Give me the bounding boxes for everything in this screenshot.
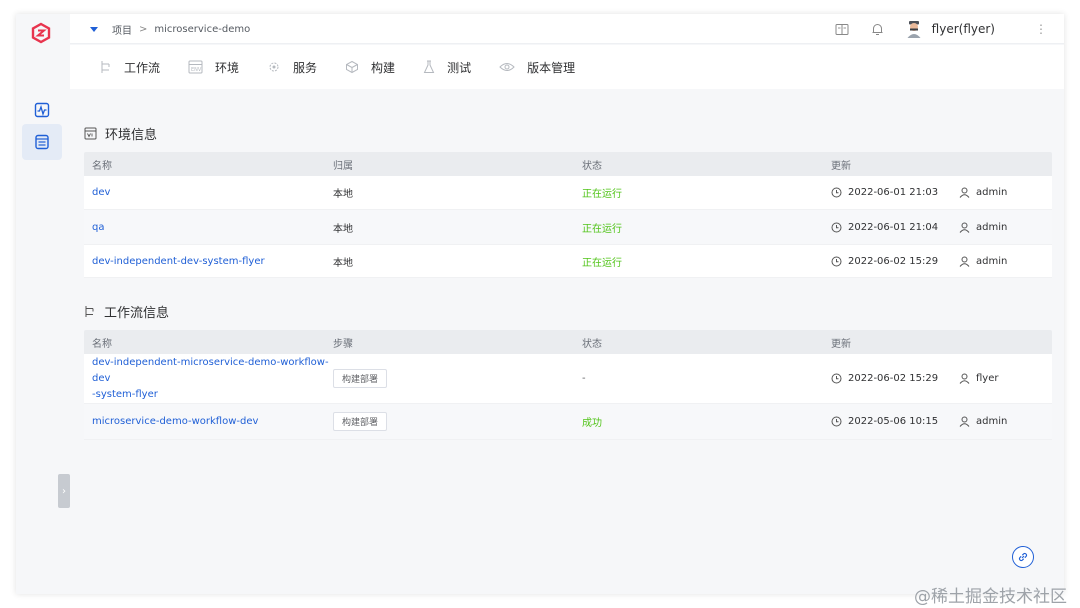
rail-item-monitor[interactable] bbox=[22, 92, 62, 128]
env-owner: 本地 bbox=[333, 257, 353, 269]
tab-version[interactable]: 版本管理 bbox=[499, 59, 575, 76]
tab-environment[interactable]: ENV 环境 bbox=[188, 59, 239, 76]
sidebar-collapse-handle[interactable]: › bbox=[58, 474, 70, 508]
env-owner: 本地 bbox=[333, 223, 353, 235]
monitor-icon bbox=[34, 102, 50, 118]
user-name[interactable]: flyer(flyer) bbox=[932, 22, 995, 36]
clock-icon bbox=[831, 222, 842, 232]
status-badge: 正在运行 bbox=[582, 257, 622, 269]
table-header: 名称 归属 状态 更新 bbox=[84, 152, 1052, 176]
bell-icon[interactable] bbox=[871, 22, 884, 36]
logo-icon[interactable] bbox=[30, 22, 52, 44]
status-badge: 正在运行 bbox=[582, 189, 622, 200]
help-link-button[interactable] bbox=[1012, 546, 1034, 568]
watermark: @稀土掘金技术社区 bbox=[914, 587, 1067, 607]
link-icon bbox=[1018, 552, 1028, 562]
build-deploy-button[interactable]: 构建部署 bbox=[333, 369, 388, 388]
environment-icon: ENV bbox=[188, 60, 203, 74]
status-badge: 正在运行 bbox=[582, 223, 622, 235]
status-badge: - bbox=[582, 373, 586, 384]
tab-test[interactable]: 测试 bbox=[423, 59, 471, 76]
env-link-dev[interactable]: dev bbox=[92, 187, 110, 198]
flask-icon bbox=[423, 60, 435, 73]
workflow-link-microservice-demo[interactable]: microservice-demo-workflow-dev bbox=[92, 416, 258, 427]
env-table: 名称 归属 状态 更新 dev 本地 正在运行 2022-06-01 21:03… bbox=[84, 152, 1052, 278]
env-section-title: 环境信息 bbox=[84, 124, 157, 143]
user-icon bbox=[959, 187, 970, 198]
docs-icon[interactable] bbox=[835, 23, 849, 36]
build-deploy-button[interactable]: 构建部署 bbox=[333, 412, 388, 431]
user-avatar[interactable] bbox=[906, 20, 922, 38]
table-row: microservice-demo-workflow-dev 构建部署 成功 2… bbox=[84, 404, 1052, 440]
table-row: qa 本地 正在运行 2022-06-01 21:04 admin bbox=[84, 210, 1052, 245]
tab-build[interactable]: 构建 bbox=[345, 59, 395, 76]
user-icon bbox=[959, 256, 970, 267]
main-area: 项目 > microservice-demo flyer(flyer) ⋮ 工作… bbox=[70, 14, 1064, 594]
tab-workflow[interactable]: 工作流 bbox=[100, 59, 160, 76]
breadcrumb: 项目 > microservice-demo bbox=[90, 14, 250, 44]
chevron-right-icon: › bbox=[62, 485, 66, 497]
workflow-link-dev-independent[interactable]: dev-independent-microservice-demo-workfl… bbox=[92, 357, 329, 400]
clock-icon bbox=[831, 187, 842, 198]
env-link-qa[interactable]: qa bbox=[92, 222, 104, 233]
version-icon bbox=[499, 63, 515, 71]
env-owner: 本地 bbox=[333, 189, 353, 200]
user-icon bbox=[959, 416, 970, 427]
tab-service[interactable]: 服务 bbox=[267, 59, 317, 76]
top-bar: 项目 > microservice-demo flyer(flyer) ⋮ bbox=[70, 14, 1064, 44]
workflow-section-title: 工作流信息 bbox=[84, 302, 169, 321]
clock-icon bbox=[831, 256, 842, 266]
more-vertical-icon[interactable]: ⋮ bbox=[1035, 22, 1047, 36]
environment-icon bbox=[84, 127, 97, 140]
workflow-icon bbox=[85, 306, 94, 317]
rail-item-projects[interactable] bbox=[22, 124, 62, 160]
clock-icon bbox=[831, 416, 842, 427]
env-link-dev-independent[interactable]: dev-independent-dev-system-flyer bbox=[92, 256, 265, 267]
project-tab-bar: 工作流 ENV 环境 服务 构建 测试 版本管理 bbox=[70, 45, 1064, 89]
svg-text:ENV: ENV bbox=[191, 67, 202, 73]
breadcrumb-root[interactable]: 项目 bbox=[112, 22, 132, 37]
user-icon bbox=[959, 222, 970, 233]
service-icon bbox=[269, 62, 279, 72]
left-rail: › bbox=[16, 14, 70, 594]
app-window: › 项目 > microservice-demo flyer(flyer) ⋮ … bbox=[16, 14, 1064, 594]
clock-icon bbox=[831, 373, 842, 384]
table-row: dev-independent-dev-system-flyer 本地 正在运行… bbox=[84, 245, 1052, 278]
workflow-icon bbox=[101, 61, 110, 73]
status-badge: 成功 bbox=[582, 418, 602, 429]
caret-down-icon[interactable] bbox=[90, 26, 98, 32]
table-row: dev 本地 正在运行 2022-06-01 21:03 admin bbox=[84, 176, 1052, 210]
workflow-table: 名称 步骤 状态 更新 dev-independent-microservice… bbox=[84, 330, 1052, 440]
build-icon bbox=[346, 60, 359, 74]
breadcrumb-separator: > bbox=[139, 23, 148, 35]
breadcrumb-current: microservice-demo bbox=[154, 23, 251, 35]
table-row: dev-independent-microservice-demo-workfl… bbox=[84, 354, 1052, 404]
project-icon bbox=[35, 134, 49, 150]
user-icon bbox=[959, 373, 970, 384]
table-header: 名称 步骤 状态 更新 bbox=[84, 330, 1052, 354]
